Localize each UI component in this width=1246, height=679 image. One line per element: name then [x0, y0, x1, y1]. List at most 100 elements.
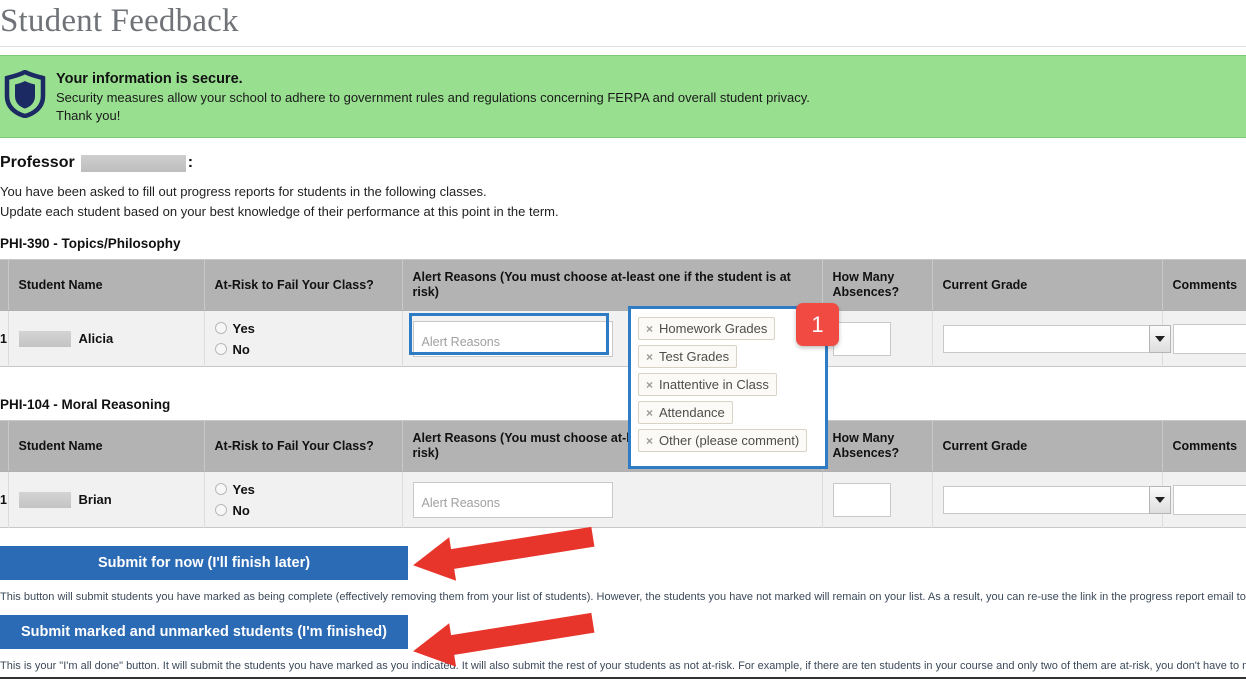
shield-icon: [4, 69, 46, 119]
col-comments: Comments: [1162, 259, 1246, 311]
dropdown-option-attendance[interactable]: × Attendance: [638, 401, 733, 424]
row-number: 1: [0, 471, 9, 528]
intro-line-1: You have been asked to fill out progress…: [0, 184, 487, 199]
radio-at-risk-yes[interactable]: Yes: [214, 320, 392, 336]
alert-reasons-input[interactable]: Alert Reasons: [412, 320, 613, 357]
page-title: Student Feedback: [0, 3, 239, 39]
greeting-prefix: Professor: [0, 154, 75, 171]
remove-icon[interactable]: ×: [646, 406, 653, 420]
dropdown-option-label: Inattentive in Class: [659, 377, 769, 392]
student-first-name: Alicia: [78, 331, 114, 346]
annotation-arrow-submit-for-now: [408, 521, 598, 586]
comments-cell: [1162, 310, 1246, 367]
table-row: 1 Brian Yes No Alert Reasons: [0, 471, 1246, 528]
comments-input[interactable]: [1172, 484, 1246, 515]
dropdown-option-label: Test Grades: [659, 349, 730, 364]
radio-label-no: No: [232, 502, 250, 518]
student-name-cell: Brian: [8, 471, 205, 528]
at-risk-cell: Yes No: [204, 310, 403, 367]
comments-cell: [1162, 471, 1246, 528]
current-grade-cell: [932, 471, 1171, 528]
section-gap: [0, 367, 1246, 383]
table-header-row: Student Name At-Risk to Fail Your Class?…: [0, 420, 1246, 472]
submit-for-now-button[interactable]: Submit for now (I'll finish later): [0, 546, 408, 580]
title-divider: [0, 46, 1246, 47]
comments-input[interactable]: [1172, 323, 1246, 354]
professor-greeting: Professor :: [0, 152, 1246, 174]
dropdown-option-test-grades[interactable]: × Test Grades: [638, 345, 738, 368]
submit-area: Submit for now (I'll finish later) This …: [0, 528, 1246, 679]
radio-label-yes: Yes: [232, 320, 255, 336]
intro-line-2: Update each student based on your best k…: [0, 204, 559, 219]
alert-reasons-cell: Alert Reasons: [402, 471, 823, 528]
radio-at-risk-no[interactable]: No: [214, 341, 392, 357]
absences-input[interactable]: [832, 482, 891, 517]
col-at-risk: At-Risk to Fail Your Class?: [204, 420, 403, 472]
col-absences: How Many Absences?: [822, 259, 933, 311]
intro-block: Professor : You have been asked to fill …: [0, 138, 1246, 222]
current-grade-cell: [932, 310, 1171, 367]
student-first-name: Brian: [78, 492, 112, 507]
absences-cell: [822, 471, 933, 528]
radio-label-yes: Yes: [232, 481, 255, 497]
col-comments: Comments: [1162, 420, 1246, 472]
security-banner: Your information is secure. Security mea…: [0, 55, 1246, 138]
page-content: Student Feedback Your information is sec…: [0, 0, 1246, 679]
col-at-risk: At-Risk to Fail Your Class?: [204, 259, 403, 311]
current-grade-select[interactable]: [942, 324, 1171, 353]
row-number: 1: [0, 310, 9, 367]
submit-all-help: This is your "I'm all done" button. It w…: [0, 660, 1246, 672]
annotation-arrow-submit-all: [408, 607, 598, 672]
redacted-student-lastname: [18, 330, 71, 347]
table-header-row: Student Name At-Risk to Fail Your Class?…: [0, 259, 1246, 311]
class-title-phi390: PHI-390 - Topics/Philosophy: [0, 236, 181, 251]
submit-for-now-help: This button will submit students you hav…: [0, 591, 1246, 603]
greeting-suffix: :: [187, 154, 194, 171]
redacted-professor-name: [80, 154, 186, 172]
chevron-down-icon[interactable]: [1148, 324, 1171, 353]
remove-icon[interactable]: ×: [646, 434, 653, 448]
at-risk-cell: Yes No: [204, 471, 403, 528]
col-alert-reasons: Alert Reasons (You must choose at-least …: [402, 259, 823, 311]
col-student-name: Student Name: [8, 420, 205, 472]
radio-dot-icon[interactable]: [214, 322, 227, 334]
col-absences: How Many Absences?: [822, 420, 933, 472]
col-student-name: Student Name: [8, 259, 205, 311]
radio-dot-icon[interactable]: [214, 504, 227, 516]
submit-all-button[interactable]: Submit marked and unmarked students (I'm…: [0, 615, 408, 649]
radio-dot-icon[interactable]: [214, 343, 227, 355]
radio-at-risk-no[interactable]: No: [214, 502, 392, 518]
dropdown-option-label: Homework Grades: [659, 321, 768, 336]
col-current-grade: Current Grade: [932, 259, 1163, 311]
radio-at-risk-yes[interactable]: Yes: [214, 481, 392, 497]
remove-icon[interactable]: ×: [646, 322, 653, 336]
table-row: 1 Alicia Yes No Alert Reasons: [0, 310, 1246, 367]
absences-input[interactable]: [832, 321, 891, 356]
dropdown-option-inattentive-in-class[interactable]: × Inattentive in Class: [638, 373, 777, 396]
dropdown-option-label: Attendance: [659, 405, 725, 420]
remove-icon[interactable]: ×: [646, 350, 653, 364]
security-line-1: Security measures allow your school to a…: [56, 90, 810, 105]
dropdown-option-label: Other (please comment): [659, 433, 800, 448]
radio-dot-icon[interactable]: [214, 483, 227, 495]
radio-label-no: No: [232, 341, 250, 357]
col-current-grade: Current Grade: [932, 420, 1163, 472]
alert-reasons-input[interactable]: Alert Reasons: [412, 481, 613, 518]
app-window: Student Feedback Your information is sec…: [0, 0, 1246, 679]
dropdown-option-homework-grades[interactable]: × Homework Grades: [638, 317, 776, 340]
roster-table-phi390: Student Name At-Risk to Fail Your Class?…: [0, 259, 1246, 367]
class-title-phi104: PHI-104 - Moral Reasoning: [0, 397, 171, 412]
col-number: [0, 259, 9, 311]
security-line-2: Thank you!: [56, 108, 121, 123]
chevron-down-icon[interactable]: [1148, 485, 1171, 514]
current-grade-select[interactable]: [942, 485, 1171, 514]
roster-table-phi104: Student Name At-Risk to Fail Your Class?…: [0, 420, 1246, 528]
annotation-badge-1: 1: [796, 303, 839, 346]
dropdown-option-other[interactable]: × Other (please comment): [638, 429, 808, 452]
redacted-student-lastname: [18, 491, 71, 508]
security-banner-text: Your information is secure. Security mea…: [56, 68, 810, 125]
security-heading: Your information is secure.: [56, 71, 243, 87]
remove-icon[interactable]: ×: [646, 378, 653, 392]
col-number: [0, 420, 9, 472]
student-name-cell: Alicia: [8, 310, 205, 367]
